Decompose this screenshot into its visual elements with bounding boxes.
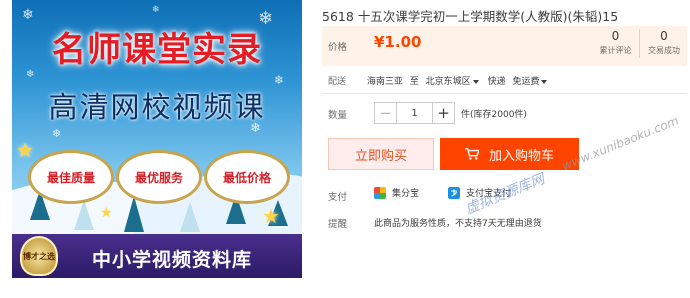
delivery-to: 至: [409, 77, 419, 87]
quantity-input[interactable]: [397, 103, 432, 123]
banner-logo: 博才之选: [20, 236, 58, 276]
sales-count: 0: [660, 29, 668, 43]
shipping-method: 快递: [487, 77, 506, 87]
image-headline: 名师课堂实录: [52, 30, 262, 70]
snowflake-icon: ❄: [26, 69, 35, 80]
buy-now-label: 立即购买: [354, 148, 407, 164]
price-label: 价格: [328, 42, 348, 53]
delivery-row: 配送 海南三亚 至 北京东城区 快递 免运费: [328, 74, 553, 87]
payment-method-jifenbao: 集分宝: [374, 186, 419, 199]
reviews-stat[interactable]: 0 累计评论: [592, 29, 640, 58]
product-title: 5618 十五次课学完初一上学期数学(人教版)(朱韬)15: [322, 9, 619, 24]
tip-label: 提醒: [328, 219, 348, 230]
reviews-count: 0: [611, 29, 620, 43]
watermark-text: 虚拟资源库网: [463, 171, 548, 218]
badge-best-quality: 最佳质量: [28, 150, 114, 204]
add-to-cart-label: 加入购物车: [488, 148, 554, 164]
shipping-fee-select[interactable]: 免运费: [512, 74, 539, 87]
payment-method-label: 集分宝: [392, 189, 420, 199]
decrease-button[interactable]: −: [375, 103, 397, 123]
badge-label: 最低价格: [222, 170, 271, 185]
badge-label: 最佳质量: [46, 170, 95, 185]
price-value: ¥1.00: [374, 33, 422, 51]
delivery-label: 配送: [328, 77, 347, 87]
image-banner: 博才之选 中小学视频资料库: [12, 234, 302, 278]
badge-label: 最优服务: [134, 170, 183, 185]
star-icon: ★: [16, 138, 34, 162]
chevron-down-icon[interactable]: [541, 79, 548, 84]
increase-button[interactable]: +: [432, 103, 454, 123]
alipay-icon: [448, 186, 460, 199]
cart-icon: [465, 148, 479, 160]
sales-label: 交易成功: [648, 46, 680, 55]
chevron-down-icon[interactable]: [472, 79, 479, 84]
delivery-origin: 海南三亚: [366, 77, 403, 87]
star-icon: ★: [100, 205, 113, 221]
reviews-label: 累计评论: [599, 46, 632, 55]
snowflake-icon: ❄: [22, 7, 34, 23]
quantity-label: 数量: [328, 110, 348, 121]
tip-text: 此商品为服务性质，不支持7天无理由退货: [374, 219, 542, 229]
product-image[interactable]: ❄ ❄ ❄ ❄ ❄ ❄ ❄ 名师课堂实录 高清网校视频课 最佳质量 最优服务 最…: [12, 0, 302, 278]
divider: [322, 93, 687, 94]
delivery-destination-select[interactable]: 北京东城区: [426, 74, 471, 87]
sales-stat: 0 交易成功: [642, 29, 686, 58]
tree-icon: [74, 200, 94, 230]
snowflake-icon: ❄: [52, 127, 62, 140]
snowflake-icon: ❄: [152, 5, 160, 15]
add-to-cart-button[interactable]: 加入购物车: [440, 138, 579, 170]
stock-info: 件(库存2000件): [461, 110, 527, 120]
price-panel: 价格 ¥1.00 0 累计评论 0 交易成功: [322, 26, 687, 66]
badge-lowest-price: 最低价格: [204, 150, 290, 204]
quantity-stepper: − +: [374, 102, 455, 124]
jifenbao-icon: [374, 186, 386, 199]
payment-label: 支付: [328, 192, 348, 203]
image-subline: 高清网校视频课: [48, 90, 266, 124]
star-icon: ★: [262, 204, 280, 228]
tree-icon: [180, 202, 200, 232]
badge-best-service: 最优服务: [116, 150, 202, 204]
buy-now-button[interactable]: 立即购买: [328, 138, 434, 170]
banner-text: 中小学视频资料库: [92, 249, 253, 271]
